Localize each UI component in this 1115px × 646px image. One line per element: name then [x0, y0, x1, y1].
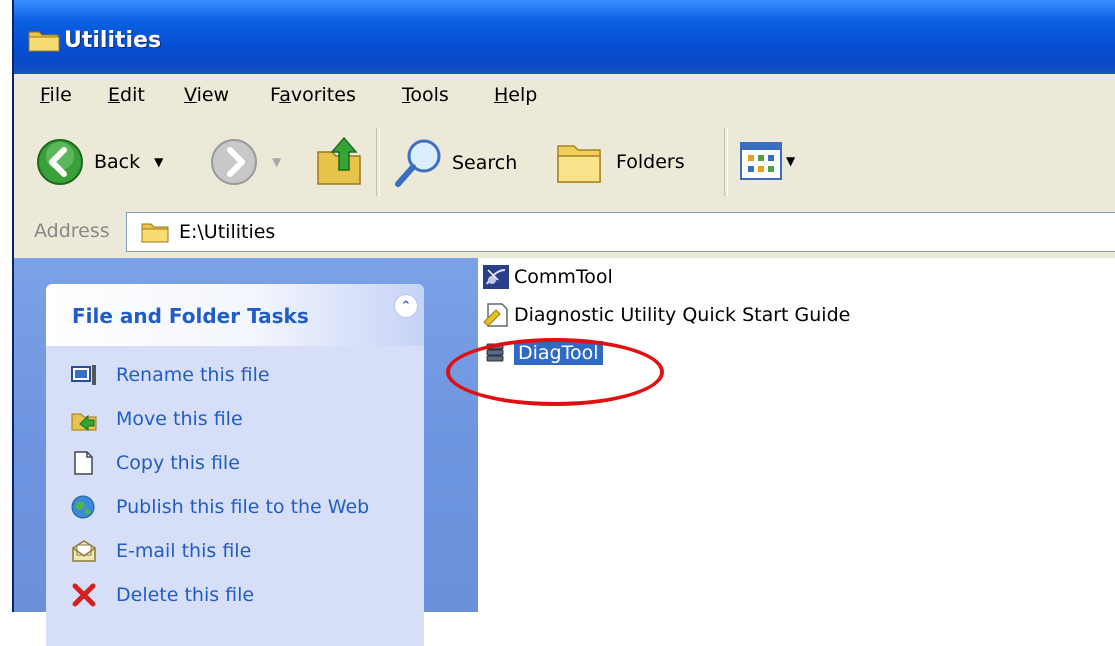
menu-edit[interactable]: Edit — [108, 84, 145, 106]
delete-icon — [72, 583, 96, 607]
task-label: Delete this file — [116, 584, 255, 606]
task-label: Move this file — [116, 408, 243, 430]
address-label: Address — [34, 220, 110, 242]
task-label: Rename this file — [116, 364, 270, 386]
address-bar: Address E:\Utilities — [14, 206, 1115, 259]
address-value: E:\Utilities — [179, 221, 276, 243]
back-button[interactable]: Back ▼ — [36, 138, 163, 186]
folders-label: Folders — [616, 151, 685, 173]
folder-icon — [141, 223, 169, 243]
search-button[interactable]: Search — [392, 136, 517, 190]
menu-favorites-pre: F — [270, 84, 280, 106]
menu-file[interactable]: File — [40, 84, 72, 106]
task-list: Rename this file Move this file Copy thi… — [46, 346, 424, 646]
menu-help[interactable]: Help — [494, 84, 537, 106]
menu-file-label: ile — [49, 84, 72, 106]
folders-button[interactable]: Folders — [554, 136, 685, 188]
back-label: Back — [94, 151, 141, 173]
task-label: E-mail this file — [116, 540, 252, 562]
task-move[interactable]: Move this file — [70, 406, 243, 432]
explorer-window: Utilities File Edit View Favorites Tools… — [12, 0, 1115, 646]
forward-arrow-icon — [211, 139, 257, 185]
task-pane: File and Folder Tasks ⌃ Rename this file — [14, 258, 478, 646]
document-icon — [483, 303, 508, 327]
menu-bar: File Edit View Favorites Tools Help — [14, 74, 1115, 121]
views-icon — [740, 142, 782, 180]
back-dropdown-icon[interactable]: ▼ — [154, 155, 163, 169]
copy-icon — [74, 451, 93, 475]
file-item-commtool[interactable]: CommTool — [482, 264, 613, 290]
forward-dropdown-icon[interactable]: ▼ — [272, 155, 281, 169]
window-title: Utilities — [64, 28, 162, 53]
satellite-app-icon — [483, 265, 509, 289]
views-dropdown-icon[interactable]: ▼ — [786, 154, 795, 168]
views-button[interactable]: ▼ — [740, 142, 795, 180]
menu-favorites-label: vorites — [290, 84, 356, 106]
task-copy[interactable]: Copy this file — [70, 450, 240, 476]
file-item-quick-start-guide[interactable]: Diagnostic Utility Quick Start Guide — [482, 302, 850, 328]
standard-toolbar: Back ▼ ▼ Search Folders ▼ — [14, 120, 1115, 207]
folder-icon — [28, 31, 60, 52]
email-icon — [72, 540, 96, 562]
toolbar-separator — [724, 128, 728, 196]
annotation-circle — [446, 338, 664, 406]
menu-edit-accel: E — [108, 84, 121, 106]
up-folder-icon — [317, 136, 361, 185]
file-name: CommTool — [514, 266, 613, 288]
toolbar-separator — [376, 128, 380, 196]
menu-file-accel: F — [40, 84, 50, 106]
search-icon — [395, 139, 441, 187]
menu-favorites[interactable]: Favorites — [270, 84, 356, 106]
menu-tools[interactable]: Tools — [402, 84, 449, 106]
task-email[interactable]: E-mail this file — [70, 538, 251, 564]
rename-icon — [71, 365, 96, 385]
task-label: Copy this file — [116, 452, 240, 474]
menu-help-label: elp — [508, 84, 538, 106]
task-publish[interactable]: Publish this file to the Web — [70, 494, 369, 520]
menu-view[interactable]: View — [184, 84, 229, 106]
menu-view-accel: V — [184, 84, 197, 106]
task-panel-header[interactable]: File and Folder Tasks ⌃ — [46, 284, 424, 346]
menu-favorites-accel: a — [279, 84, 291, 106]
task-label: Publish this file to the Web — [116, 496, 370, 518]
file-list-pane: CommTool Diagnostic Utility Quick Start … — [478, 258, 1115, 612]
task-panel-title: File and Folder Tasks — [72, 304, 309, 328]
file-folder-tasks-panel: File and Folder Tasks ⌃ Rename this file — [46, 284, 424, 646]
file-name: Diagnostic Utility Quick Start Guide — [514, 304, 851, 326]
folders-icon — [557, 145, 601, 183]
task-delete[interactable]: Delete this file — [70, 582, 254, 608]
address-input[interactable]: E:\Utilities — [126, 212, 1115, 252]
title-bar[interactable]: Utilities — [14, 0, 1115, 74]
menu-help-accel: H — [494, 84, 509, 106]
menu-edit-label: dit — [120, 84, 145, 106]
menu-view-label: iew — [196, 84, 230, 106]
move-icon — [71, 413, 97, 431]
task-rename[interactable]: Rename this file — [70, 362, 270, 388]
collapse-chevron-icon[interactable]: ⌃ — [394, 294, 418, 318]
menu-tools-label: ools — [410, 84, 449, 106]
publish-web-icon — [71, 495, 95, 519]
search-label: Search — [452, 152, 518, 174]
forward-button[interactable]: ▼ — [210, 138, 281, 186]
back-arrow-icon — [37, 139, 83, 185]
up-folder-button[interactable] — [314, 134, 364, 188]
